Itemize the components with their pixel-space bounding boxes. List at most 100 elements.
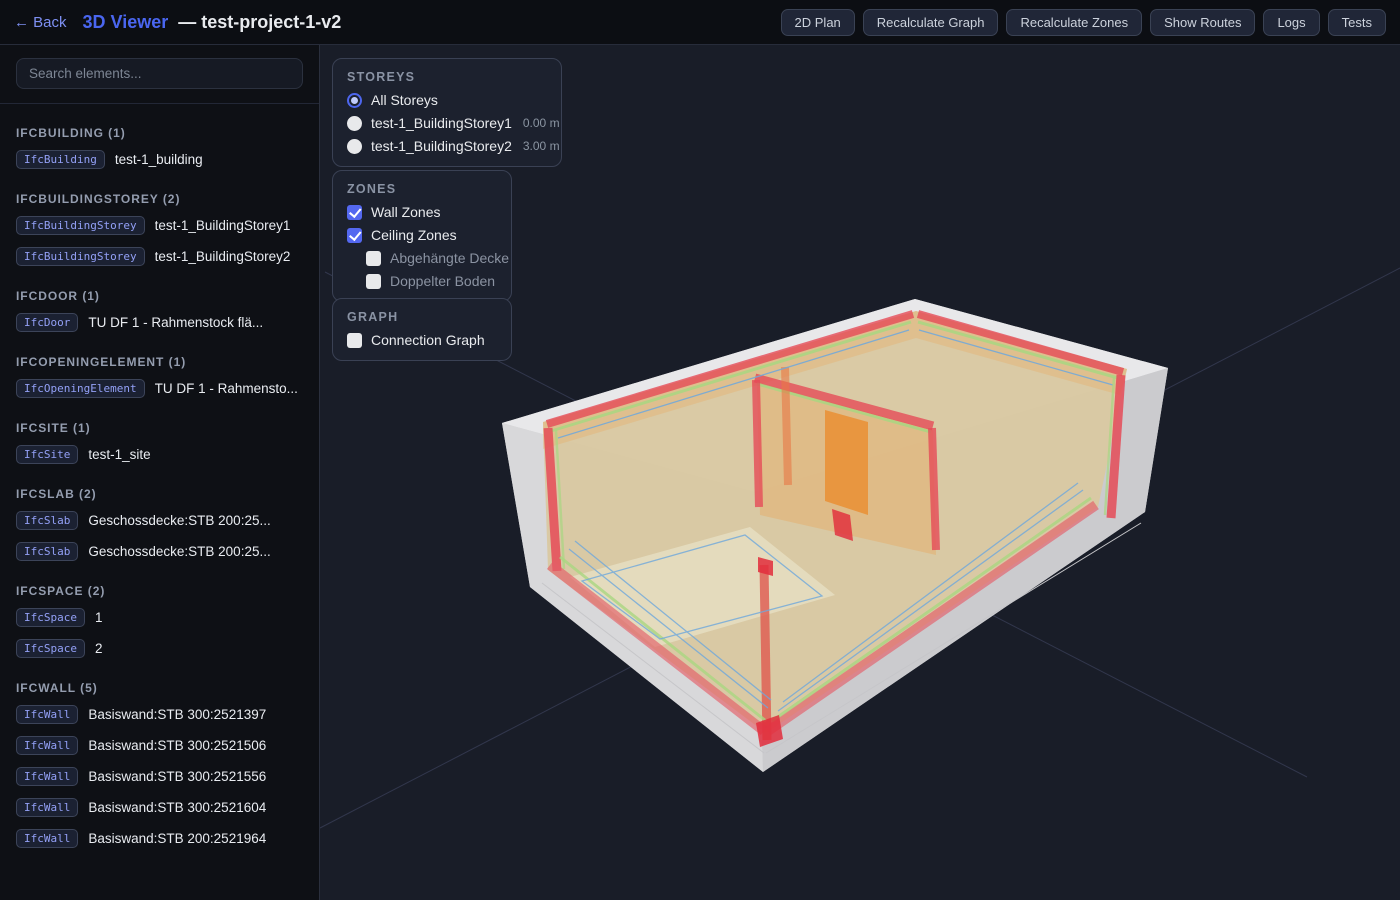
- graph-panel-title: GRAPH: [347, 310, 497, 324]
- item-label: 1: [95, 610, 103, 625]
- list-item[interactable]: IfcOpeningElement TU DF 1 - Rahmensto...: [8, 374, 311, 403]
- storey-option-all[interactable]: All Storeys: [347, 92, 547, 108]
- item-label: test-1_BuildingStorey1: [155, 218, 291, 233]
- radio-icon[interactable]: [347, 116, 362, 131]
- group-title: IFCSPACE (2): [16, 584, 303, 598]
- list-item[interactable]: IfcWall Basiswand:STB 300:2521556: [8, 762, 311, 791]
- door-zone: [825, 410, 868, 515]
- ifc-type-badge: IfcSpace: [16, 639, 85, 658]
- element-sidebar: IFCBUILDING (1) IfcBuilding test-1_build…: [0, 45, 320, 900]
- element-groups: IFCBUILDING (1) IfcBuilding test-1_build…: [0, 104, 319, 875]
- zone-label: Ceiling Zones: [371, 227, 457, 243]
- list-item[interactable]: IfcSite test-1_site: [8, 440, 311, 469]
- storey-elevation: 0.00 m: [523, 116, 560, 130]
- checkbox-icon[interactable]: [366, 251, 381, 266]
- doppelter-boden-toggle[interactable]: Doppelter Boden: [366, 273, 497, 289]
- storeys-panel: STOREYS All Storeys test-1_BuildingStore…: [332, 58, 562, 167]
- item-label: test-1_site: [88, 447, 150, 462]
- ifc-type-badge: IfcSlab: [16, 511, 78, 530]
- list-item[interactable]: IfcSpace 1: [8, 603, 311, 632]
- search-container: [0, 45, 319, 104]
- list-item[interactable]: IfcSlab Geschossdecke:STB 200:25...: [8, 506, 311, 535]
- item-label: Basiswand:STB 300:2521556: [88, 769, 266, 784]
- graph-panel: GRAPH Connection Graph: [332, 298, 512, 361]
- ifc-type-badge: IfcSlab: [16, 542, 78, 561]
- group-title: IFCWALL (5): [16, 681, 303, 695]
- storey-elevation: 3.00 m: [523, 139, 560, 153]
- item-label: Basiswand:STB 300:2521506: [88, 738, 266, 753]
- ceiling-zones-toggle[interactable]: Ceiling Zones: [347, 227, 497, 243]
- ifc-type-badge: IfcDoor: [16, 313, 78, 332]
- page-title: 3D Viewer — test-project-1-v2: [83, 12, 342, 33]
- group-ifcslab: IFCSLAB (2) IfcSlab Geschossdecke:STB 20…: [0, 487, 319, 566]
- item-label: TU DF 1 - Rahmenstock flä...: [88, 315, 263, 330]
- show-routes-button[interactable]: Show Routes: [1150, 9, 1255, 36]
- list-item[interactable]: IfcWall Basiswand:STB 200:2521964: [8, 824, 311, 853]
- abgehaengte-decke-toggle[interactable]: Abgehängte Decke: [366, 250, 497, 266]
- item-label: TU DF 1 - Rahmensto...: [155, 381, 298, 396]
- ifc-type-badge: IfcSite: [16, 445, 78, 464]
- ifc-type-badge: IfcWall: [16, 705, 78, 724]
- ifc-type-badge: IfcWall: [16, 798, 78, 817]
- item-label: test-1_BuildingStorey2: [155, 249, 291, 264]
- checkbox-icon[interactable]: [347, 333, 362, 348]
- group-ifcwall: IFCWALL (5) IfcWall Basiswand:STB 300:25…: [0, 681, 319, 853]
- wall-zones-toggle[interactable]: Wall Zones: [347, 204, 497, 220]
- ifc-type-badge: IfcBuildingStorey: [16, 216, 145, 235]
- header-toolbar: 2D Plan Recalculate Graph Recalculate Zo…: [781, 9, 1386, 36]
- connection-graph-toggle[interactable]: Connection Graph: [347, 332, 497, 348]
- ifc-type-badge: IfcSpace: [16, 608, 85, 627]
- list-item[interactable]: IfcBuildingStorey test-1_BuildingStorey2: [8, 242, 311, 271]
- item-label: test-1_building: [115, 152, 203, 167]
- ifc-type-badge: IfcWall: [16, 736, 78, 755]
- storey-label: test-1_BuildingStorey1: [371, 115, 512, 131]
- checkbox-icon[interactable]: [366, 274, 381, 289]
- recalculate-zones-button[interactable]: Recalculate Zones: [1006, 9, 1142, 36]
- ifc-type-badge: IfcOpeningElement: [16, 379, 145, 398]
- radio-selected-icon[interactable]: [347, 93, 362, 108]
- list-item[interactable]: IfcBuilding test-1_building: [8, 145, 311, 174]
- group-ifcbuilding: IFCBUILDING (1) IfcBuilding test-1_build…: [0, 126, 319, 174]
- ifc-type-badge: IfcBuilding: [16, 150, 105, 169]
- 2d-plan-button[interactable]: 2D Plan: [781, 9, 855, 36]
- group-ifcopeningelement: IFCOPENINGELEMENT (1) IfcOpeningElement …: [0, 355, 319, 403]
- zone-label: Doppelter Boden: [390, 273, 495, 289]
- back-link[interactable]: ← Back: [14, 14, 67, 31]
- app-title: 3D Viewer: [83, 12, 169, 33]
- list-item[interactable]: IfcDoor TU DF 1 - Rahmenstock flä...: [8, 308, 311, 337]
- list-item[interactable]: IfcWall Basiswand:STB 300:2521604: [8, 793, 311, 822]
- item-label: 2: [95, 641, 103, 656]
- list-item[interactable]: IfcWall Basiswand:STB 300:2521397: [8, 700, 311, 729]
- list-item[interactable]: IfcSlab Geschossdecke:STB 200:25...: [8, 537, 311, 566]
- group-title: IFCDOOR (1): [16, 289, 303, 303]
- project-name: — test-project-1-v2: [178, 12, 341, 33]
- logs-button[interactable]: Logs: [1263, 9, 1319, 36]
- ifc-type-badge: IfcBuildingStorey: [16, 247, 145, 266]
- checkbox-checked-icon[interactable]: [347, 228, 362, 243]
- list-item[interactable]: IfcSpace 2: [8, 634, 311, 663]
- item-label: Basiswand:STB 300:2521604: [88, 800, 266, 815]
- checkbox-checked-icon[interactable]: [347, 205, 362, 220]
- storey-option-2[interactable]: test-1_BuildingStorey2 3.00 m: [347, 138, 547, 154]
- item-label: Basiswand:STB 300:2521397: [88, 707, 266, 722]
- tests-button[interactable]: Tests: [1328, 9, 1386, 36]
- viewport-3d[interactable]: STOREYS All Storeys test-1_BuildingStore…: [320, 45, 1400, 900]
- zones-panel-title: ZONES: [347, 182, 497, 196]
- group-title: IFCBUILDINGSTOREY (2): [16, 192, 303, 206]
- storey-option-1[interactable]: test-1_BuildingStorey1 0.00 m: [347, 115, 547, 131]
- app-header: ← Back 3D Viewer — test-project-1-v2 2D …: [0, 0, 1400, 45]
- list-item[interactable]: IfcBuildingStorey test-1_BuildingStorey1: [8, 211, 311, 240]
- storey-label: test-1_BuildingStorey2: [371, 138, 512, 154]
- recalculate-graph-button[interactable]: Recalculate Graph: [863, 9, 999, 36]
- group-ifcspace: IFCSPACE (2) IfcSpace 1 IfcSpace 2: [0, 584, 319, 663]
- radio-icon[interactable]: [347, 139, 362, 154]
- item-label: Geschossdecke:STB 200:25...: [88, 513, 270, 528]
- group-ifcdoor: IFCDOOR (1) IfcDoor TU DF 1 - Rahmenstoc…: [0, 289, 319, 337]
- search-input[interactable]: [16, 58, 303, 89]
- zones-panel: ZONES Wall Zones Ceiling Zones Abgehängt…: [332, 170, 512, 302]
- zone-label: Abgehängte Decke: [390, 250, 509, 266]
- ifc-type-badge: IfcWall: [16, 829, 78, 848]
- storeys-panel-title: STOREYS: [347, 70, 547, 84]
- storey-label: All Storeys: [371, 92, 438, 108]
- list-item[interactable]: IfcWall Basiswand:STB 300:2521506: [8, 731, 311, 760]
